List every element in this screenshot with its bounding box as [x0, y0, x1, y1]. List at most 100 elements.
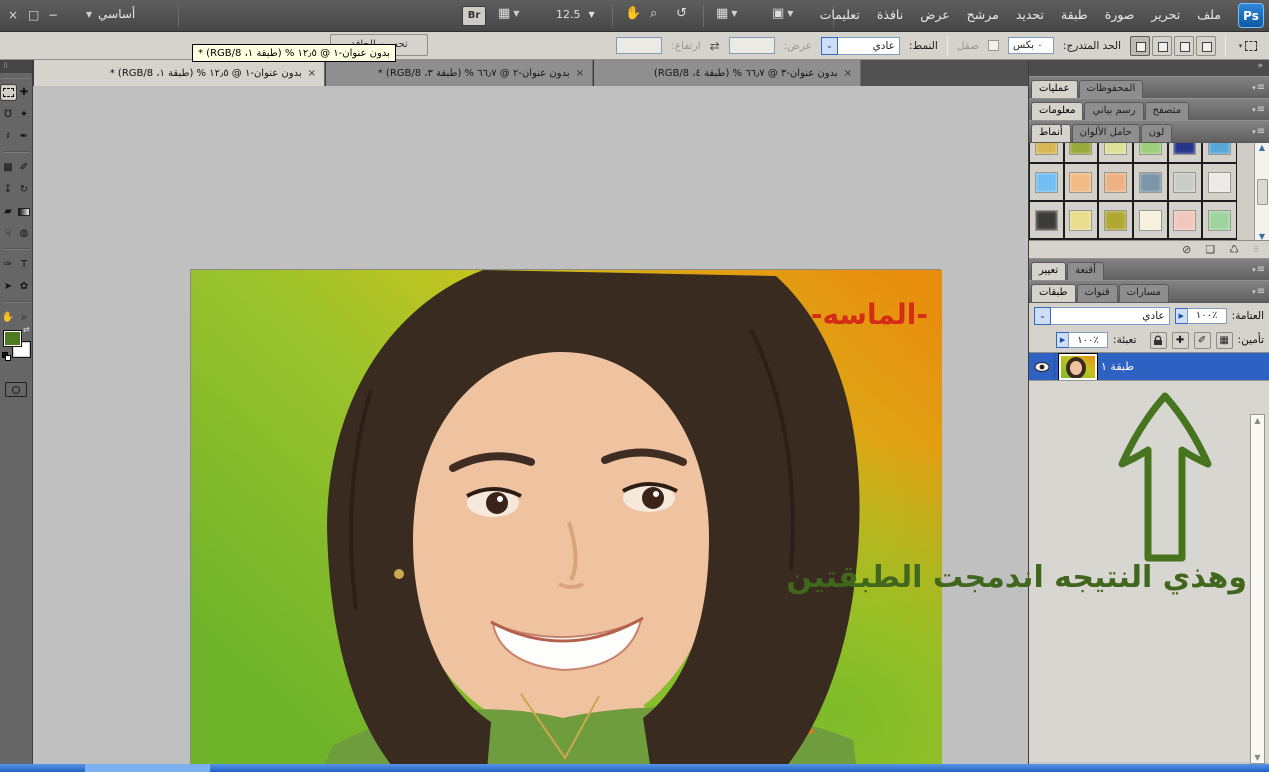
minimize-window-icon[interactable]: − [48, 8, 58, 22]
resize-grip-icon[interactable]: ⠿ [1253, 245, 1259, 254]
adjustments-masks-tab-0[interactable]: تعيير [1031, 262, 1066, 280]
style-swatch[interactable] [1029, 201, 1064, 239]
menu-item-8[interactable]: تعليمات [820, 7, 860, 22]
actions-history-tab-1[interactable]: المحفوظات [1079, 80, 1144, 98]
scroll-up-icon[interactable]: ▲ [1254, 416, 1260, 425]
style-swatch[interactable] [1098, 201, 1133, 239]
style-swatch[interactable] [1064, 142, 1099, 163]
fill-field[interactable]: ٪١٠٠ ▶ [1056, 332, 1108, 348]
menu-item-5[interactable]: مرشح [967, 7, 999, 22]
clone-stamp-tool[interactable]: ↧ [1, 182, 16, 197]
panel-menu-button[interactable]: ▾ ≡ [1252, 104, 1265, 115]
info-histogram-navigator-tab-2[interactable]: متصفح [1145, 102, 1190, 120]
style-swatch[interactable] [1202, 239, 1237, 240]
toolbox-header[interactable]: ⠿ [0, 60, 32, 73]
chevron-down-icon[interactable]: ⌄ [1034, 307, 1051, 325]
style-swatch[interactable] [1133, 239, 1168, 240]
styles-swatches-color-tab-1[interactable]: حامل الألوان [1072, 124, 1140, 142]
clear-style-button[interactable]: ⊘ [1182, 243, 1191, 256]
spot-healing-brush-tool[interactable]: ▩ [1, 160, 16, 175]
scrollbar-thumb[interactable] [1257, 179, 1268, 205]
adjustments-masks-tab-1[interactable]: أقنعة [1067, 262, 1104, 280]
move-tool[interactable]: ✚ [17, 85, 32, 100]
layer-name[interactable]: طبقة ١ [1101, 360, 1134, 373]
rectangular-marquee-tool[interactable] [1, 85, 16, 100]
layers-tab-1[interactable]: قنوات [1077, 284, 1118, 302]
zoom-tool[interactable]: ⌕ [17, 310, 32, 325]
layers-tab-0[interactable]: طبقات [1031, 284, 1076, 302]
lock-position-button[interactable]: ✚ [1172, 332, 1189, 349]
swap-dimensions-icon[interactable]: ⇄ [710, 39, 720, 53]
swap-colors-icon[interactable]: ⇄ [23, 325, 30, 334]
document-tab-3[interactable]: × بدون عنوان-٣ @ ٦٦٫٧ % (طبقة ٤، RGB/8) [593, 60, 861, 86]
height-input[interactable] [616, 37, 662, 54]
menu-item-6[interactable]: عرض [920, 7, 949, 22]
panel-menu-button[interactable]: ▾ ≡ [1252, 126, 1265, 137]
style-swatch[interactable] [1202, 142, 1237, 163]
style-swatch[interactable] [1168, 239, 1203, 240]
slider-arrow-icon[interactable]: ▶ [1175, 308, 1187, 324]
custom-shape-tool[interactable]: ✿ [17, 279, 32, 294]
workspace-switcher[interactable]: أساسي ▼ [86, 7, 135, 21]
menu-item-0[interactable]: ملف [1197, 7, 1221, 22]
type-tool[interactable]: T [17, 257, 32, 272]
collapse-panels-button[interactable]: » [1029, 60, 1269, 76]
photo-document[interactable]: -الماسه- [190, 269, 941, 770]
layers-scrollbar[interactable]: ▲ ▼ [1250, 414, 1265, 764]
document-tab-2[interactable]: × بدون عنوان-٢ @ ٦٦٫٧ % (طبقة ٣، RGB/8) … [325, 60, 593, 86]
blend-mode-select[interactable]: عادي ⌄ [1034, 307, 1170, 325]
smudge-tool[interactable]: ☟ [1, 226, 16, 241]
close-tab-icon[interactable]: × [844, 68, 852, 79]
rotate-view-button[interactable]: ↺ [676, 6, 687, 21]
style-swatch[interactable] [1168, 201, 1203, 239]
style-swatch[interactable] [1133, 142, 1168, 163]
width-input[interactable] [729, 37, 775, 54]
eraser-tool[interactable]: ▰ [1, 204, 16, 219]
antialias-checkbox[interactable] [988, 40, 999, 51]
layer-visibility-toggle[interactable] [1029, 353, 1055, 381]
dodge-tool[interactable]: ◍ [17, 226, 32, 241]
styles-swatches-color-tab-2[interactable]: لون [1141, 124, 1173, 142]
new-style-button[interactable]: ❏ [1205, 243, 1215, 256]
panel-menu-button[interactable]: ▾ ≡ [1252, 82, 1265, 93]
style-swatch[interactable] [1168, 142, 1203, 163]
close-tab-icon[interactable]: × [308, 68, 316, 79]
menu-item-7[interactable]: نافذة [877, 7, 903, 22]
styles-swatches-color-tab-0[interactable]: أنماط [1031, 124, 1071, 142]
brush-tool[interactable]: ✐ [17, 160, 32, 175]
crop-tool[interactable]: ♯ [1, 129, 16, 144]
menu-item-4[interactable]: تحديد [1016, 7, 1044, 22]
menu-item-2[interactable]: صورة [1105, 7, 1135, 22]
default-colors-icon[interactable] [2, 352, 12, 362]
quick-mask-button[interactable] [5, 382, 27, 397]
quick-selection-tool[interactable]: ✦ [17, 107, 32, 122]
screen-mode-button[interactable]: ▣ ▼ [772, 6, 793, 21]
subtract-from-selection-button[interactable] [1174, 36, 1194, 56]
style-swatch[interactable] [1029, 163, 1064, 201]
lock-all-button[interactable] [1150, 332, 1167, 349]
add-to-selection-button[interactable] [1152, 36, 1172, 56]
foreground-color-swatch[interactable] [3, 330, 22, 347]
eyedropper-tool[interactable]: ✒ [17, 129, 32, 144]
panel-menu-button[interactable]: ▾ ≡ [1252, 264, 1265, 275]
new-selection-button[interactable] [1130, 36, 1150, 56]
gradient-tool[interactable] [17, 204, 32, 219]
style-swatch[interactable] [1202, 201, 1237, 239]
style-swatch[interactable] [1029, 239, 1064, 240]
style-swatch[interactable] [1098, 163, 1133, 201]
lock-transparency-button[interactable]: ▦ [1216, 332, 1233, 349]
slider-arrow-icon[interactable]: ▶ [1056, 332, 1068, 348]
canvas-area[interactable]: -الماسه- [33, 86, 1028, 764]
style-swatch[interactable] [1029, 142, 1064, 163]
pen-tool[interactable]: ✑ [1, 257, 16, 272]
zoom-level-field[interactable]: 12.5 ▼ [556, 8, 595, 21]
zoom-tool-button[interactable]: ⌕ [650, 6, 657, 21]
scroll-down-icon[interactable]: ▼ [1259, 232, 1265, 240]
arrange-documents-button[interactable]: ▦ ▼ [716, 6, 737, 21]
style-select[interactable]: عادي ⌄ [821, 37, 900, 55]
maximize-window-icon[interactable]: □ [28, 8, 39, 22]
style-swatch[interactable] [1064, 163, 1099, 201]
history-brush-tool[interactable]: ↻ [17, 182, 32, 197]
menu-item-1[interactable]: تحرير [1151, 7, 1180, 22]
hand-tool[interactable]: ✋ [1, 310, 16, 325]
